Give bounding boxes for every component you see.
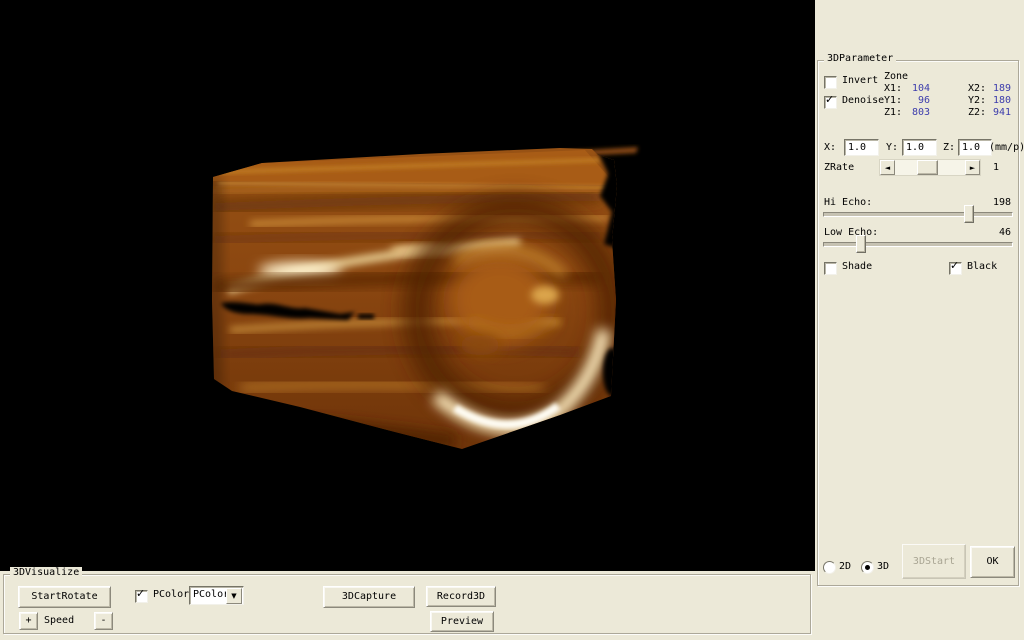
parameter-groupbox: 3DParameter ✓ Invert ✓ Denoise Zone X1: … bbox=[817, 60, 1019, 586]
check-icon: ✓ bbox=[950, 260, 959, 272]
mode-3d-label: 3D bbox=[877, 561, 889, 573]
zrate-value: 1 bbox=[993, 162, 999, 174]
parameter-panel: 3DParameter ✓ Invert ✓ Denoise Zone X1: … bbox=[815, 0, 1024, 640]
check-icon: ✓ bbox=[136, 588, 145, 600]
hi-echo-value: 198 bbox=[977, 197, 1011, 209]
scroll-right-icon[interactable]: ► bbox=[965, 160, 980, 175]
check-icon: ✓ bbox=[825, 94, 834, 106]
zrate-scrollbar-thumb[interactable] bbox=[917, 160, 938, 175]
zrate-label: ZRate bbox=[824, 162, 854, 174]
scale-z-label: Z: bbox=[943, 142, 955, 154]
speed-minus-button[interactable]: - bbox=[94, 612, 113, 630]
render-viewport[interactable] bbox=[0, 0, 815, 571]
zone-z2-value: 941 bbox=[978, 107, 1011, 119]
low-echo-slider-thumb[interactable] bbox=[856, 235, 866, 253]
record3d-button[interactable]: Record3D bbox=[426, 586, 496, 607]
pcolor-dropdown-value: PColor bbox=[193, 589, 229, 601]
hi-echo-slider-thumb[interactable] bbox=[964, 205, 974, 223]
scale-unit-label: (mm/p) bbox=[989, 142, 1024, 154]
start3d-button[interactable]: 3DStart bbox=[902, 544, 966, 579]
speed-label: Speed bbox=[44, 615, 74, 627]
mode-2d-radio[interactable] bbox=[823, 561, 836, 574]
pcolor-dropdown[interactable]: PColor ▼ bbox=[189, 586, 244, 605]
shade-label: Shade bbox=[842, 261, 872, 273]
scale-y-input[interactable]: 1.0 bbox=[902, 139, 937, 156]
visualize-panel: 3DVisualize StartRotate + Speed - ✓ PCol… bbox=[0, 571, 815, 640]
scale-x-value: 1.0 bbox=[848, 142, 866, 154]
scale-z-input[interactable]: 1.0 bbox=[958, 139, 992, 156]
invert-checkbox[interactable]: ✓ bbox=[824, 76, 837, 89]
zone-title: Zone bbox=[884, 71, 908, 83]
scale-x-input[interactable]: 1.0 bbox=[844, 139, 879, 156]
pcolor-checkbox[interactable]: ✓ bbox=[135, 590, 148, 603]
invert-label: Invert bbox=[842, 75, 878, 87]
denoise-label: Denoise bbox=[842, 95, 884, 107]
denoise-checkbox[interactable]: ✓ bbox=[824, 96, 837, 109]
app-window: { "colors": { "window_bg": "#ece9d8", "v… bbox=[0, 0, 1024, 640]
low-echo-value: 46 bbox=[977, 227, 1011, 239]
low-echo-slider-track[interactable] bbox=[823, 242, 1013, 247]
scroll-right-glyph: ► bbox=[970, 162, 975, 174]
mode-3d-radio[interactable] bbox=[861, 561, 874, 574]
capture3d-button[interactable]: 3DCapture bbox=[323, 586, 415, 608]
low-echo-label: Low Echo: bbox=[824, 227, 878, 239]
scroll-left-icon[interactable]: ◄ bbox=[880, 160, 895, 175]
black-checkbox[interactable]: ✓ bbox=[949, 262, 962, 275]
mode-2d-label: 2D bbox=[839, 561, 851, 573]
scale-y-value: 1.0 bbox=[906, 142, 924, 154]
start-rotate-button[interactable]: StartRotate bbox=[18, 586, 111, 608]
visualize-groupbox: 3DVisualize StartRotate + Speed - ✓ PCol… bbox=[3, 574, 811, 634]
dropdown-arrow-glyph: ▼ bbox=[231, 590, 236, 602]
hi-echo-slider-track[interactable] bbox=[823, 212, 1013, 217]
zone-y1-value: 96 bbox=[896, 95, 930, 107]
scroll-left-glyph: ◄ bbox=[885, 162, 890, 174]
zone-x2-value: 189 bbox=[978, 83, 1011, 95]
zone-z1-value: 803 bbox=[896, 107, 930, 119]
zrate-scrollbar[interactable]: ◄ ► bbox=[879, 159, 981, 176]
volume-render-3d[interactable] bbox=[0, 0, 815, 571]
scale-x-label: X: bbox=[824, 142, 836, 154]
pcolor-label: PColor bbox=[153, 589, 189, 601]
speed-plus-button[interactable]: + bbox=[19, 612, 38, 630]
parameter-groupbox-title: 3DParameter bbox=[824, 53, 896, 65]
shade-checkbox[interactable]: ✓ bbox=[824, 262, 837, 275]
dropdown-arrow-icon[interactable]: ▼ bbox=[226, 588, 242, 604]
ok-button[interactable]: OK bbox=[970, 546, 1015, 578]
scale-y-label: Y: bbox=[886, 142, 898, 154]
visualize-groupbox-title: 3DVisualize bbox=[10, 567, 82, 579]
zone-x1-value: 104 bbox=[896, 83, 930, 95]
zone-y2-value: 180 bbox=[978, 95, 1011, 107]
hi-echo-label: Hi Echo: bbox=[824, 197, 872, 209]
black-label: Black bbox=[967, 261, 997, 273]
preview-button[interactable]: Preview bbox=[430, 611, 494, 632]
scale-z-value: 1.0 bbox=[962, 142, 980, 154]
